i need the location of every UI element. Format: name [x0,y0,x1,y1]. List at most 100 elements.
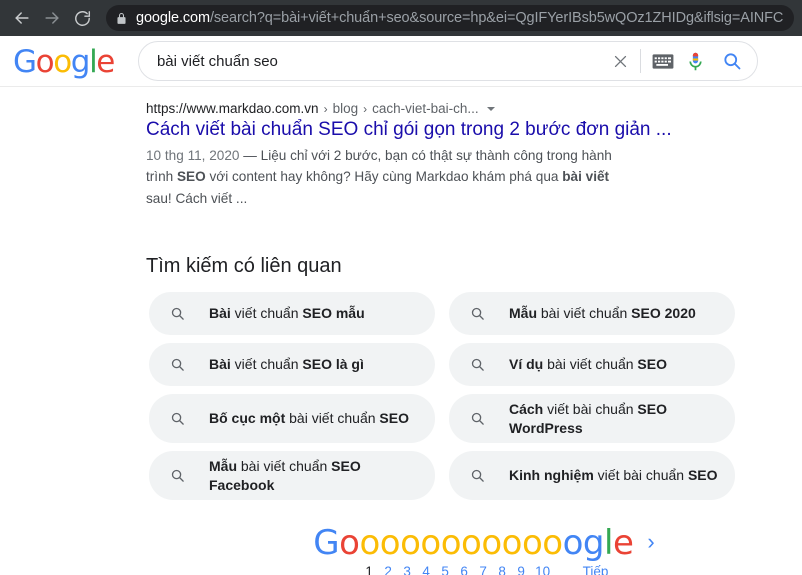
related-search-item[interactable]: Kinh nghiệm viết bài chuẩn SEO [449,451,735,500]
keyboard-input-button[interactable] [649,48,677,74]
pagination-logo-letter: o [461,522,482,563]
search-results: https://www.markdao.com.vn › blog › cach… [0,87,802,575]
related-search-label: Bài viết chuẩn SEO là gì [209,356,364,373]
clear-search-button[interactable] [606,46,636,76]
pagination-logo-letter: o [359,522,380,563]
url-path: /search?q=bài+viết+chuẩn+seo&source=hp&e… [209,10,784,26]
related-search-label: Mẫu bài viết chuẩn SEO Facebook [209,458,361,493]
pagination-logo-letter: o [481,522,502,563]
search-icon [724,53,741,70]
next-page-arrow-icon[interactable]: › [647,529,654,555]
pagination-logo-letter: o [400,522,421,563]
pagination-logo-letter: o [521,522,543,563]
related-search-item[interactable]: Cách viết bài chuẩn SEO WordPress [449,394,735,444]
pagination-page-9[interactable]: 9 [512,564,531,575]
pagination-logo-letter: o [339,522,360,563]
browser-toolbar: google.com/search?q=bài+viết+chuẩn+seo&s… [0,0,802,36]
related-searches-heading: Tìm kiếm có liên quan [146,255,342,278]
chevron-down-icon[interactable] [486,106,495,111]
search-icon [467,468,487,483]
result-snippet: 10 thg 11, 2020 — Liệu chỉ với 2 bước, b… [146,145,631,209]
related-search-item[interactable]: Ví dụ bài viết chuẩn SEO [449,343,735,387]
breadcrumb-separator: › [363,101,368,116]
pagination-page-6[interactable]: 6 [455,564,474,575]
lock-icon [116,12,127,25]
arrow-right-icon [45,12,59,24]
pagination-logo-letter: g [582,522,605,563]
related-search-item[interactable]: Bài viết chuẩn SEO mẫu [149,292,435,336]
address-bar[interactable]: google.com/search?q=bài+viết+chuẩn+seo&s… [106,5,794,31]
pagination-logo-letter: o [542,522,563,563]
related-search-item[interactable]: Mẫu bài viết chuẩn SEO Facebook [149,451,435,500]
reload-icon [74,10,90,26]
snippet-dash: — [239,147,261,163]
breadcrumb-crumb-1: blog [332,101,359,116]
snippet-part-3: sau! Cách viết ... [146,190,248,206]
search-icon [167,357,187,372]
pagination-logo-letter: o [379,522,401,563]
pagination-page-4[interactable]: 4 [417,564,436,575]
result-date: 10 thg 11, 2020 [146,147,240,163]
google-header: Google bài viết chuẩn seo [0,36,802,87]
snippet-part-2: với content hay không? Hãy cùng Markdao … [205,169,563,185]
search-icon [467,306,487,321]
url-domain: google.com [136,10,210,26]
snippet-bold-2: bài viết [562,169,610,185]
pagination-numbers: 1 2 3 4 5 6 7 8 9 10 Tiếp [360,563,609,575]
forward-button[interactable] [38,4,66,32]
close-icon [615,55,627,67]
search-icon [167,306,187,321]
related-searches-grid: Bài viết chuẩn SEO mẫu Mẫu bài viết chuẩn… [149,292,739,500]
pagination-logo-letter: o [562,522,584,563]
related-search-label: Bố cục một bài viết chuẩn SEO [209,410,409,427]
pagination-logo-row: Goooooooooooogle › [313,526,654,560]
related-search-label: Kinh nghiệm viết bài chuẩn SEO [509,467,718,484]
pagination-page-8[interactable]: 8 [493,564,512,575]
search-input[interactable]: bài viết chuẩn seo [157,53,606,70]
result-url-base: https://www.markdao.com.vn [146,101,319,116]
related-search-label: Bài viết chuẩn SEO mẫu [209,305,365,322]
back-button[interactable] [8,4,36,32]
result-title-link[interactable]: Cách viết bài chuẩn SEO chỉ gói gọn tron… [146,118,802,143]
pagination: Goooooooooooogle › 1 2 3 4 5 6 7 8 9 10 Tiếp [146,526,802,575]
related-search-item[interactable]: Mẫu bài viết chuẩn SEO 2020 [449,292,735,336]
breadcrumb-crumb-2: cach-viet-bai-ch... [372,101,479,116]
related-search-item[interactable]: Bố cục một bài viết chuẩn SEO [149,394,435,444]
pagination-page-2[interactable]: 2 [379,564,398,575]
breadcrumb-separator: › [323,101,328,116]
search-box[interactable]: bài viết chuẩn seo [137,41,758,81]
pagination-page-7[interactable]: 7 [474,564,493,575]
pagination-page-10[interactable]: 10 [531,564,555,575]
pagination-logo-letter: o [440,522,462,563]
pagination-logo-letter: l [604,522,613,563]
search-submit-button[interactable] [719,48,745,74]
search-icon [167,411,187,426]
voice-search-button[interactable] [683,48,709,74]
related-search-label: Ví dụ bài viết chuẩn SEO [509,356,667,373]
pagination-logo-letter: o [420,522,441,563]
reload-button[interactable] [68,4,96,32]
related-search-label: Cách viết bài chuẩn SEO WordPress [509,401,667,436]
pagination-page-1: 1 [365,563,373,575]
search-icon [167,468,187,483]
snippet-bold-1: SEO [176,169,206,185]
pagination-next-link[interactable]: Tiếp [583,564,609,575]
keyboard-icon [652,53,674,69]
google-logo[interactable]: Google [13,44,115,80]
result-breadcrumb[interactable]: https://www.markdao.com.vn › blog › cach… [146,101,802,116]
search-result-item: https://www.markdao.com.vn › blog › cach… [146,101,802,209]
search-icon [467,357,487,372]
pagination-google-logo: Goooooooooooogle [313,522,634,563]
pagination-logo-letter: G [313,522,340,563]
pagination-logo-letter: o [501,522,523,563]
pagination-page-3[interactable]: 3 [398,564,417,575]
microphone-icon [689,52,703,70]
search-icon [467,411,487,426]
pagination-logo-letter: e [612,522,634,563]
address-bar-text: google.com/search?q=bài+viết+chuẩn+seo&s… [136,10,784,26]
related-search-label: Mẫu bài viết chuẩn SEO 2020 [509,305,696,322]
related-search-item[interactable]: Bài viết chuẩn SEO là gì [149,343,435,387]
arrow-left-icon [15,12,29,24]
search-divider [639,49,641,73]
pagination-page-5[interactable]: 5 [436,564,455,575]
